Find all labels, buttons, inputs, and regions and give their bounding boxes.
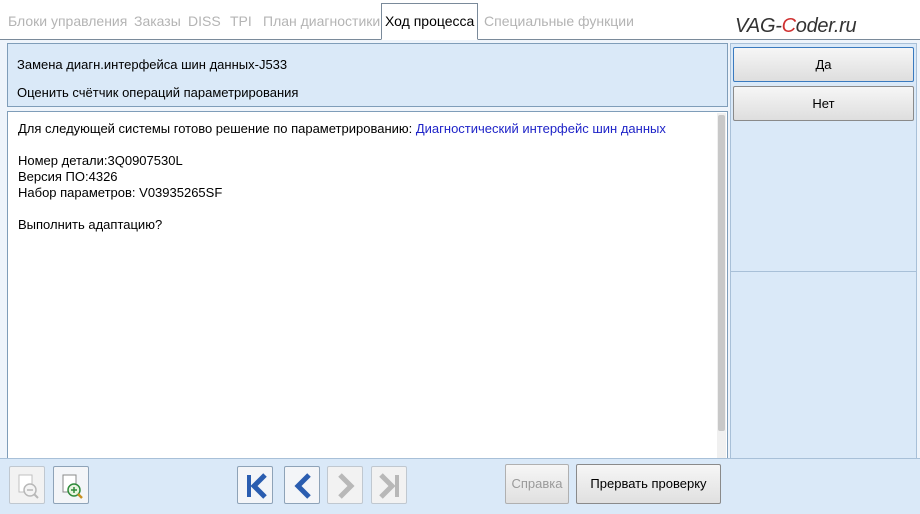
tab-process[interactable]: Ход процесса [381, 3, 479, 40]
software-version: Версия ПО:4326 [18, 169, 118, 184]
tab-bar: Блоки управления Заказы DISS TPI План ди… [0, 0, 920, 40]
main-frame: Замена диагн.интерфейса шин данных-J533 … [0, 40, 920, 514]
adaptation-question: Выполнить адаптацию? [18, 217, 163, 232]
zoom-out-button[interactable] [9, 466, 45, 504]
vag-coder-watermark: VAG-Coder.ru [735, 15, 857, 37]
system-link: Диагностический интерфейс шин данных [415, 121, 666, 136]
scrollbar-thumb[interactable] [718, 115, 725, 431]
first-button[interactable] [237, 466, 273, 504]
yes-button[interactable]: Да [733, 47, 914, 82]
last-icon [379, 473, 399, 499]
no-button[interactable]: Нет [733, 86, 914, 121]
last-button[interactable] [371, 466, 407, 504]
tab-diss[interactable]: DISS [188, 6, 221, 40]
process-header: Замена диагн.интерфейса шин данных-J533 … [7, 43, 728, 107]
tab-tpi[interactable]: TPI [230, 6, 252, 40]
part-number: Номер детали:3Q0907530L [18, 153, 183, 168]
answer-panel: Да Нет [730, 43, 917, 497]
parameter-set: Набор параметров: V03935265SF [18, 185, 223, 200]
zoom-in-icon [62, 474, 83, 499]
process-title: Замена диагн.интерфейса шин данных-J533 [17, 57, 288, 72]
tab-special-functions[interactable]: Специальные функции [484, 6, 634, 40]
process-step: Оценить счётчик операций параметрировани… [17, 85, 299, 100]
zoom-in-button[interactable] [53, 466, 89, 504]
intro-text: Для следующей системы готово решение по … [18, 121, 416, 136]
bottom-toolbar: Справка Прервать проверку [0, 458, 920, 514]
vertical-scrollbar[interactable] [717, 113, 726, 495]
tab-control-units[interactable]: Блоки управления [8, 6, 127, 40]
zoom-out-icon [18, 474, 39, 499]
message-panel: Для следующей системы готово решение по … [7, 111, 728, 497]
previous-button[interactable] [284, 466, 320, 504]
abort-check-button[interactable]: Прервать проверку [576, 464, 721, 504]
previous-icon [294, 473, 311, 499]
tab-diagnostic-plan[interactable]: План диагностики [263, 6, 380, 40]
next-icon [338, 473, 355, 499]
first-icon [247, 473, 267, 499]
message-text: Для следующей системы готово решение по … [18, 121, 666, 233]
tab-orders[interactable]: Заказы [134, 6, 181, 40]
panel-divider [731, 271, 916, 272]
help-button[interactable]: Справка [505, 464, 569, 504]
next-button[interactable] [327, 466, 363, 504]
